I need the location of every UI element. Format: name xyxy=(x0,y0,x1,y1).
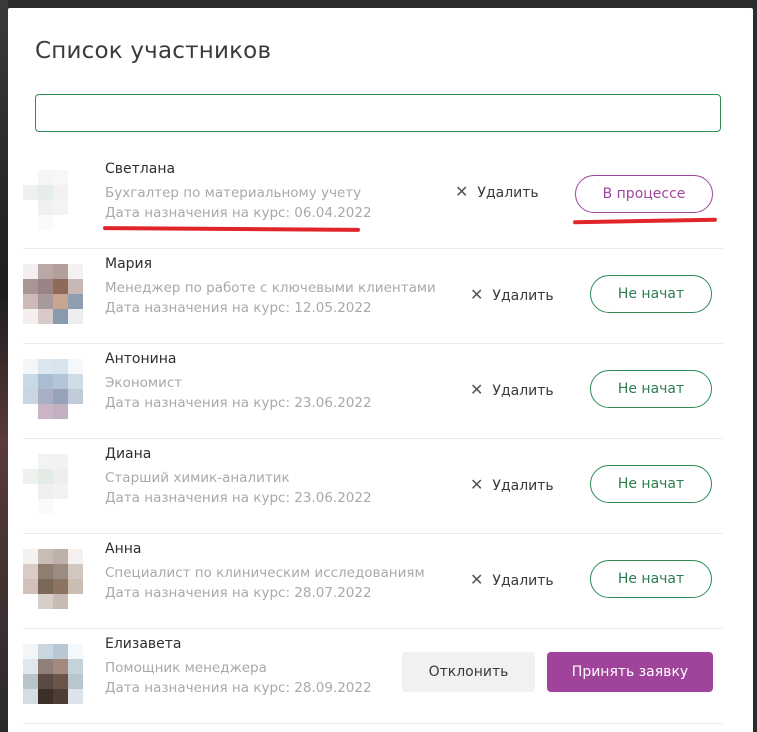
status-button[interactable]: Не начат xyxy=(590,465,712,503)
avatar xyxy=(23,549,83,609)
highlight-underline xyxy=(102,226,361,232)
avatar xyxy=(23,359,83,419)
background-edge xyxy=(0,0,8,732)
participant-name: Мария xyxy=(105,256,153,272)
participant-row: Светлана Бухгалтер по материальному учет… xyxy=(23,153,723,249)
delete-button[interactable]: ✕ Удалить xyxy=(455,182,539,201)
highlight-underline xyxy=(572,217,718,225)
close-icon: ✕ xyxy=(470,285,484,304)
participant-name: Елизавета xyxy=(105,636,182,652)
assignment-date: Дата назначения на курс: 28.07.2022 xyxy=(105,585,372,601)
participant-name: Антонина xyxy=(105,351,177,367)
avatar xyxy=(23,264,83,324)
modal-title: Список участников xyxy=(35,38,272,64)
status-button[interactable]: Не начат xyxy=(590,370,712,408)
avatar xyxy=(23,644,83,704)
delete-button[interactable]: ✕ Удалить xyxy=(470,380,554,399)
assignment-date: Дата назначения на курс: 23.06.2022 xyxy=(105,490,372,506)
participant-role: Бухгалтер по материальному учету xyxy=(105,185,362,201)
participant-row: Елизавета Помощник менеджера Дата назнач… xyxy=(23,628,723,724)
close-icon: ✕ xyxy=(455,182,469,201)
accept-request-button[interactable]: Принять заявку xyxy=(547,652,713,692)
participant-role: Экономист xyxy=(105,375,183,391)
decline-button[interactable]: Отклонить xyxy=(402,652,535,692)
assignment-date: Дата назначения на курс: 23.06.2022 xyxy=(105,395,372,411)
status-button[interactable]: Не начат xyxy=(590,560,712,598)
delete-button[interactable]: ✕ Удалить xyxy=(470,570,554,589)
close-icon: ✕ xyxy=(470,380,484,399)
participant-name: Светлана xyxy=(105,161,176,177)
avatar xyxy=(23,170,83,230)
assignment-date: Дата назначения на курс: 12.05.2022 xyxy=(105,300,372,316)
participant-role: Менеджер по работе с ключевыми клиентами xyxy=(105,280,436,296)
participant-row: Анна Специалист по клиническим исследова… xyxy=(23,533,723,629)
participant-row: Мария Менеджер по работе с ключевыми кли… xyxy=(23,248,723,344)
assignment-date: Дата назначения на курс: 06.04.2022 xyxy=(105,205,372,221)
search-input[interactable] xyxy=(35,94,721,132)
delete-button[interactable]: ✕ Удалить xyxy=(470,475,554,494)
close-icon: ✕ xyxy=(470,475,484,494)
avatar xyxy=(23,454,83,514)
close-icon: ✕ xyxy=(470,570,484,589)
status-button[interactable]: Не начат xyxy=(590,275,712,313)
participant-name: Диана xyxy=(105,446,152,462)
delete-button[interactable]: ✕ Удалить xyxy=(470,285,554,304)
status-button[interactable]: В процессе xyxy=(575,175,713,213)
participant-role: Помощник менеджера xyxy=(105,660,267,676)
participant-name: Анна xyxy=(105,541,142,557)
participant-row: Диана Старший химик-аналитик Дата назнач… xyxy=(23,438,723,534)
participant-role: Специалист по клиническим исследованиям xyxy=(105,565,425,581)
assignment-date: Дата назначения на курс: 28.09.2022 xyxy=(105,680,372,696)
participant-role: Старший химик-аналитик xyxy=(105,470,290,486)
participants-modal: Список участников Светлана Бухгалтер по … xyxy=(8,8,753,732)
participant-row: Антонина Экономист Дата назначения на ку… xyxy=(23,343,723,439)
